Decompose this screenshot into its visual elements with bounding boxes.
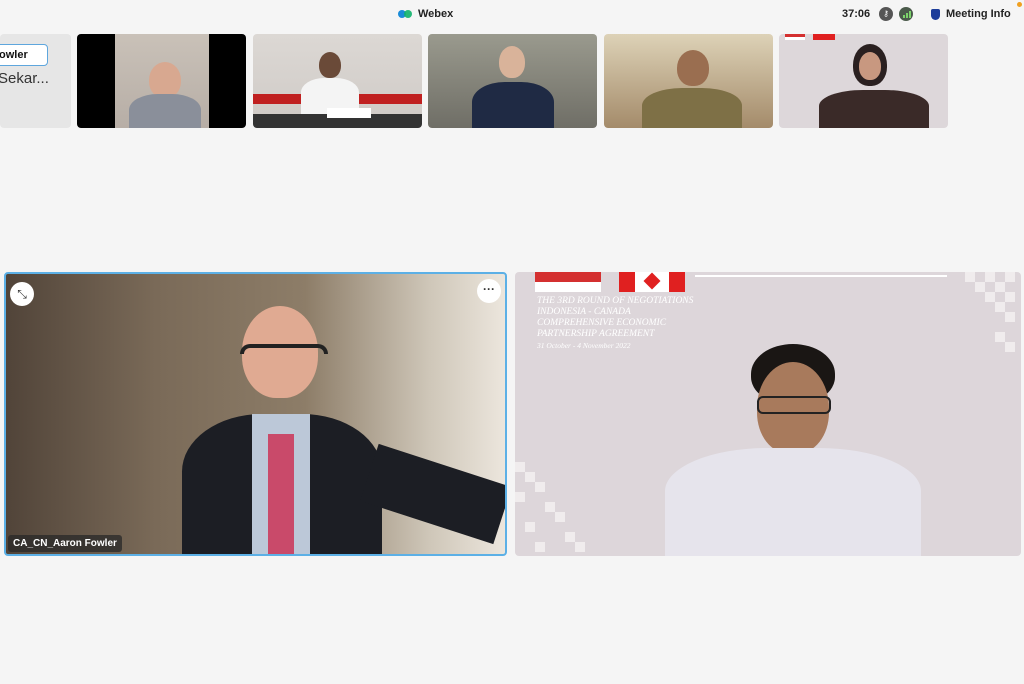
banner-divider (695, 275, 947, 277)
banner-date: 31 October - 4 November 2022 (537, 341, 631, 350)
participant-thumbnail-video[interactable] (77, 34, 246, 128)
participant-head (319, 52, 341, 78)
banner-line-2: Indonesia - Canada (537, 307, 631, 317)
app-title-text: Webex (418, 8, 454, 20)
decorative-pattern (955, 272, 1021, 362)
participant-head (859, 52, 881, 80)
flag-indonesia (535, 272, 601, 292)
participant-thumbnail-video[interactable] (779, 34, 948, 128)
participant-body (129, 94, 201, 128)
headset (240, 344, 328, 354)
decorative-pattern (515, 462, 605, 556)
desk-placard (327, 108, 371, 118)
participant-shirt (665, 448, 921, 556)
participant-body (472, 82, 554, 128)
banner-line-1: The 3rd Round of Negotiations (537, 296, 694, 306)
participant-body (819, 90, 929, 128)
banner-line-4: Partnership Agreement (537, 329, 655, 339)
participant-head (149, 62, 181, 98)
participant-head (499, 46, 525, 78)
participant-name-secondary: Sekar... (0, 70, 49, 87)
participant-tie (268, 434, 294, 554)
main-video-tile[interactable]: The 3rd Round of Negotiations Indonesia … (515, 272, 1021, 556)
participant-name-label: CA_CN_Aaron Fowler (8, 535, 122, 552)
event-banner: The 3rd Round of Negotiations Indonesia … (537, 296, 693, 351)
participant-arm (360, 443, 505, 545)
top-bar: Webex 37:06 ⚷ Meeting Info (0, 0, 1024, 30)
participant-thumbnail-video[interactable] (253, 34, 422, 128)
shield-icon (931, 8, 940, 20)
flag-indonesia (785, 34, 805, 40)
flag-canada (813, 34, 835, 40)
meeting-info-label: Meeting Info (946, 8, 1011, 20)
participant-thumbnail-name-card[interactable]: owler Sekar... (0, 34, 71, 128)
main-video-tile-active-speaker[interactable]: ⤡ ··· CA_CN_Aaron Fowler (4, 272, 507, 556)
meeting-info-button[interactable]: Meeting Info (931, 8, 1011, 20)
participant-body (642, 88, 742, 128)
participant-name-pill: owler (0, 44, 48, 66)
participant-thumbnail-video[interactable] (604, 34, 773, 128)
key-icon[interactable]: ⚷ (879, 7, 893, 21)
banner-line-3: Comprehensive Economic (537, 318, 667, 328)
flag-canada (619, 272, 685, 292)
glasses (757, 396, 831, 414)
maple-leaf-icon (643, 272, 661, 290)
notification-dot (1017, 2, 1022, 7)
video-background (115, 34, 209, 128)
more-options-button[interactable]: ··· (477, 279, 501, 303)
signal-strength-icon[interactable] (899, 7, 913, 21)
app-title: Webex (398, 8, 453, 20)
meeting-timer: 37:06 (842, 8, 871, 20)
webex-logo-icon (398, 9, 412, 19)
unpin-icon[interactable]: ⤡ (10, 282, 34, 306)
participant-thumbnail-video[interactable] (428, 34, 597, 128)
participant-head (677, 50, 709, 86)
